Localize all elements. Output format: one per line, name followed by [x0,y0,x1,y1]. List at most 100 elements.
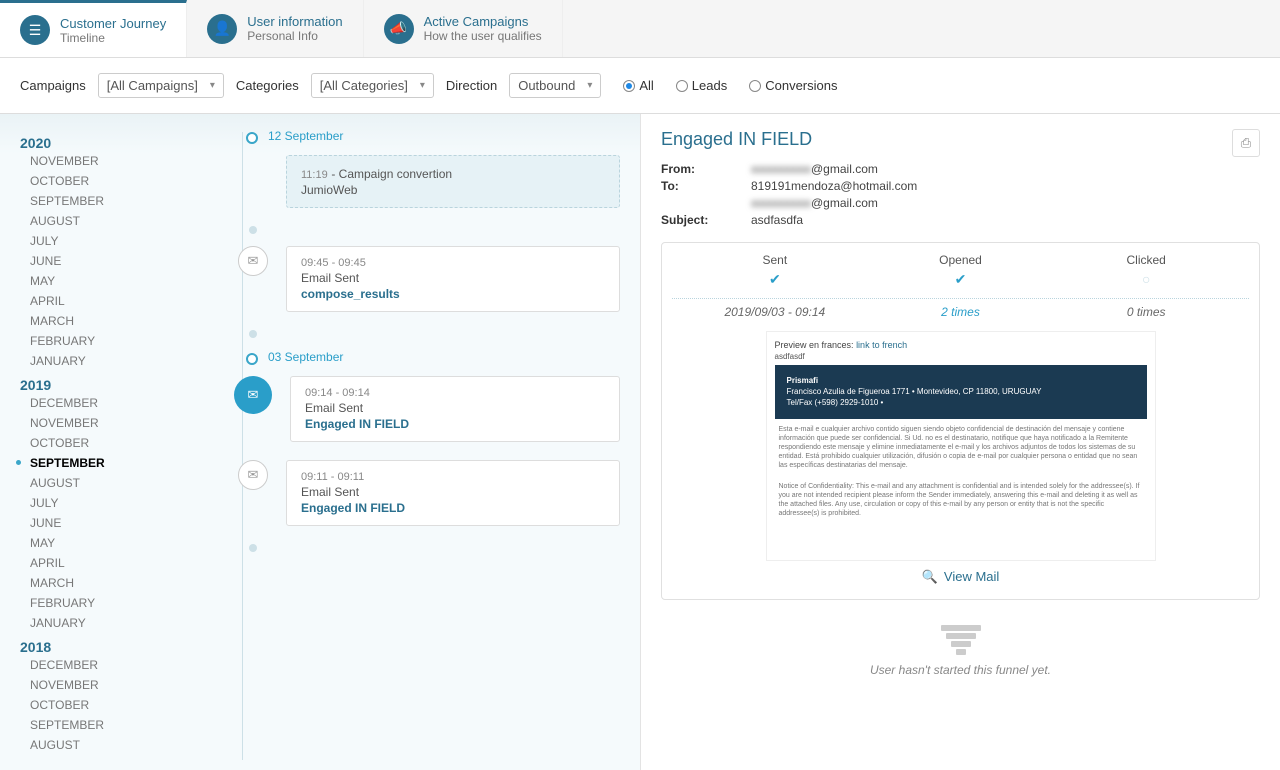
timeline: 12 September 11:19 - Campaign convertion… [210,114,640,770]
direction-label: Direction [446,78,497,93]
mail-icon: ✉ [238,460,268,490]
month-item[interactable]: FEBRUARY [20,593,190,613]
tab-active-campaigns[interactable]: 📣 Active Campaigns How the user qualifie… [364,0,563,57]
month-item[interactable]: NOVEMBER [20,675,190,695]
year-heading[interactable]: 2018 [20,639,190,655]
tab-title: Active Campaigns [424,14,542,29]
timeline-dot [249,226,257,234]
tab-subtitle: Personal Info [247,29,342,43]
radio-conversions[interactable]: Conversions [749,78,837,93]
month-item[interactable]: DECEMBER [20,655,190,675]
month-item[interactable]: MAY [20,271,190,291]
timeline-card: 09:11 - 09:11 Email Sent Engaged IN FIEL… [286,460,620,526]
timeline-card: 09:45 - 09:45 Email Sent compose_results [286,246,620,312]
timeline-line [242,132,243,760]
header-subject: Subject: asdfasdfa [661,213,1260,227]
timeline-item-email-selected[interactable]: ✉ 09:14 - 09:14 Email Sent Engaged IN FI… [220,376,630,442]
timeline-date: 03 September [268,350,630,364]
year-heading[interactable]: 2020 [20,135,190,151]
month-item[interactable]: NOVEMBER [20,151,190,171]
tracking-box: Sent ✔ Opened ✔ Clicked ○ 2019/09/03 - 0… [661,242,1260,600]
timeline-dot [249,330,257,338]
user-icon: 👤 [207,14,237,44]
list-icon: ☰ [20,15,50,45]
month-item[interactable]: OCTOBER [20,433,190,453]
search-icon: 🔍 [922,569,938,584]
track-clicked: Clicked ○ [1053,253,1239,292]
month-item[interactable]: AUGUST [20,473,190,493]
month-item[interactable]: JULY [20,231,190,251]
month-item[interactable]: FEBRUARY [20,331,190,351]
month-item[interactable]: DECEMBER [20,393,190,413]
categories-select[interactable]: [All Categories]▾ [311,73,434,98]
timeline-card: 09:14 - 09:14 Email Sent Engaged IN FIEL… [290,376,620,442]
month-item[interactable]: JULY [20,493,190,513]
radio-all[interactable]: All [623,78,653,93]
tab-subtitle: How the user qualifies [424,29,542,43]
detail-title: Engaged IN FIELD [661,129,1260,150]
campaigns-select[interactable]: [All Campaigns]▾ [98,73,224,98]
mail-icon: ✉ [234,376,272,414]
month-item[interactable]: MARCH [20,311,190,331]
month-item[interactable]: JUNE [20,513,190,533]
timeline-item-email[interactable]: ✉ 09:11 - 09:11 Email Sent Engaged IN FI… [220,460,630,526]
month-item[interactable]: MARCH [20,573,190,593]
radio-icon [676,80,688,92]
timeline-date: 12 September [268,129,630,143]
chevron-down-icon: ▾ [587,80,592,91]
dot-icon: ○ [1053,271,1239,287]
tab-title: User information [247,14,342,29]
radio-icon [749,80,761,92]
mail-icon: ✉ [238,246,268,276]
campaigns-label: Campaigns [20,78,86,93]
check-icon: ✔ [682,271,868,288]
direction-select[interactable]: Outbound▾ [509,73,601,98]
funnel-status: User hasn't started this funnel yet. [661,625,1260,677]
top-tabs: ☰ Customer Journey Timeline 👤 User infor… [0,0,1280,58]
header-cc: xxxxxxxxxx@gmail.com [661,196,1260,210]
month-item[interactable]: MAY [20,533,190,553]
month-item[interactable]: JANUARY [20,613,190,633]
month-item[interactable]: AUGUST [20,735,190,755]
month-item[interactable]: APRIL [20,291,190,311]
track-opened: Opened ✔ [868,253,1054,292]
month-item[interactable]: OCTOBER [20,695,190,715]
funnel-icon [661,625,1260,655]
detail-panel: ⎙ Engaged IN FIELD From: xxxxxxxxxx@gmai… [640,114,1280,770]
chevron-down-icon: ▾ [210,80,215,91]
radio-icon [623,80,635,92]
printer-icon: ⎙ [1241,135,1251,151]
month-item[interactable]: SEPTEMBER [20,453,190,473]
month-item[interactable]: AUGUST [20,211,190,231]
timeline-card: 11:19 - Campaign convertion JumioWeb [286,155,620,208]
chevron-down-icon: ▾ [420,80,425,91]
radio-leads[interactable]: Leads [676,78,727,93]
month-item[interactable]: NOVEMBER [20,413,190,433]
tab-customer-journey[interactable]: ☰ Customer Journey Timeline [0,0,187,57]
check-icon: ✔ [868,271,1054,288]
content: 2020NOVEMBEROCTOBERSEPTEMBERAUGUSTJULYJU… [0,114,1280,770]
month-item[interactable]: OCTOBER [20,171,190,191]
filters-bar: Campaigns [All Campaigns]▾ Categories [A… [0,58,1280,114]
divider [672,298,1249,299]
print-button[interactable]: ⎙ [1232,129,1260,157]
track-sent: Sent ✔ [682,253,868,292]
month-item[interactable]: JUNE [20,251,190,271]
megaphone-icon: 📣 [384,14,414,44]
month-item[interactable]: SEPTEMBER [20,715,190,735]
categories-label: Categories [236,78,299,93]
year-month-sidebar: 2020NOVEMBEROCTOBERSEPTEMBERAUGUSTJULYJU… [0,114,210,770]
month-item[interactable]: SEPTEMBER [20,191,190,211]
timeline-item-email[interactable]: ✉ 09:45 - 09:45 Email Sent compose_resul… [220,246,630,312]
header-from: From: xxxxxxxxxx@gmail.com [661,162,1260,176]
email-preview: Preview en frances: link to french asdfa… [766,331,1156,561]
year-heading[interactable]: 2019 [20,377,190,393]
preview-lang-link[interactable]: link to french [856,340,907,350]
timeline-item-campaign-conversion[interactable]: 11:19 - Campaign convertion JumioWeb [220,155,630,208]
tab-user-info[interactable]: 👤 User information Personal Info [187,0,363,57]
view-mail-link[interactable]: 🔍View Mail [682,569,1239,585]
month-item[interactable]: JANUARY [20,351,190,371]
timeline-dot [249,544,257,552]
header-to: To: 819191mendoza@hotmail.com [661,179,1260,193]
month-item[interactable]: APRIL [20,553,190,573]
